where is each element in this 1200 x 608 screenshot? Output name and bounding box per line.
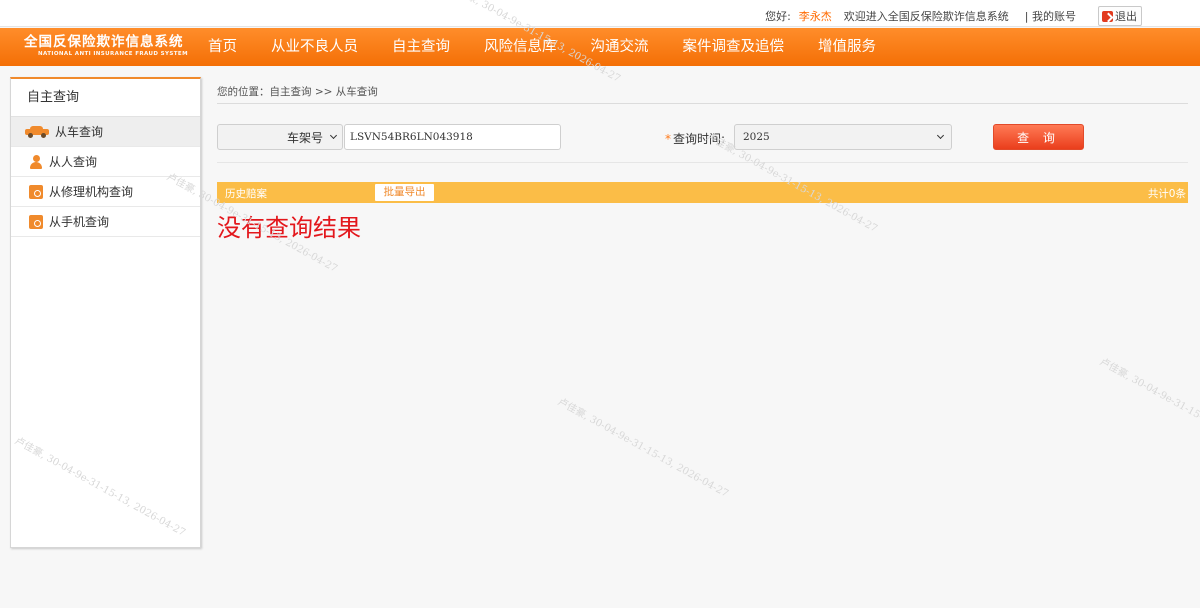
logout-button[interactable]: 退出 [1098, 6, 1142, 26]
sidebar: 自主查询 从车查询 从人查询 从修理机构查询 从手机查询 [10, 77, 201, 548]
result-total-count: 共计0条 [1147, 188, 1186, 200]
sidebar-item-vehicle-query[interactable]: 从车查询 [11, 117, 200, 147]
top-status-bar: 您好: 李永杰 欢迎进入全国反保险欺诈信息系统 | 我的账号 退出 [0, 0, 1200, 27]
repair-org-icon [29, 184, 43, 199]
brand-title: 全国反保险欺诈信息系统 [24, 34, 184, 50]
brand-logo[interactable]: 全国反保险欺诈信息系统 NATIONAL ANTI INSURANCE FRAU… [0, 28, 196, 66]
watermark: 卢佳豪, 30-04-9e-31-15-13, 2026-04-27 [555, 396, 731, 500]
phone-icon [29, 214, 43, 229]
nav-item-case-investigation[interactable]: 案件调查及追偿 [666, 28, 802, 66]
query-year-value: 2025 [743, 131, 770, 143]
watermark: 卢佳豪, 30-04-9e-31-15-13, 2026-04-27 [1097, 356, 1200, 459]
my-account-link[interactable]: | 我的账号 [1025, 8, 1076, 24]
username-link[interactable]: 李永杰 [799, 8, 832, 24]
nav-item-value-added[interactable]: 增值服务 [801, 28, 893, 66]
nav-item-bad-practitioners[interactable]: 从业不良人员 [254, 28, 375, 66]
nav-item-risk-db[interactable]: 风险信息库 [467, 28, 574, 66]
logout-icon [1102, 10, 1113, 22]
query-type-select[interactable]: 车架号 [217, 124, 343, 150]
logout-label: 退出 [1115, 10, 1137, 23]
sidebar-item-label: 从人查询 [49, 155, 98, 169]
query-form: 车架号 *查询时间: 2025 查 询 [217, 124, 1188, 163]
required-star-icon: * [665, 132, 671, 146]
empty-result-message: 没有查询结果 [217, 214, 361, 242]
batch-export-button[interactable]: 批量导出 [375, 184, 434, 201]
nav-menu: 首页 从业不良人员 自主查询 风险信息库 沟通交流 案件调查及追偿 增值服务 [196, 28, 893, 66]
sidebar-item-label: 从车查询 [55, 125, 104, 139]
nav-item-communication[interactable]: 沟通交流 [574, 28, 666, 66]
chevron-down-icon [936, 131, 945, 140]
sidebar-item-repair-org-query[interactable]: 从修理机构查询 [11, 177, 200, 207]
query-time-text: 查询时间: [673, 132, 726, 146]
nav-item-self-query[interactable]: 自主查询 [375, 28, 467, 66]
nav-item-home[interactable]: 首页 [196, 28, 254, 66]
breadcrumb: 您的位置：自主查询 >> 从车查询 [217, 84, 1188, 104]
sidebar-title: 自主查询 [11, 79, 200, 117]
vin-input[interactable] [344, 124, 561, 150]
tab-history-claims[interactable]: 历史赔案 [225, 186, 267, 201]
query-year-select[interactable]: 2025 [734, 124, 952, 150]
chevron-down-icon [329, 131, 338, 140]
result-header-bar: 历史赔案 批量导出 共计0条 [217, 182, 1188, 203]
car-icon [25, 126, 49, 138]
brand-subtitle: NATIONAL ANTI INSURANCE FRAUD SYSTEM [38, 51, 188, 57]
greeting-label: 您好: [765, 10, 791, 23]
person-icon [29, 154, 43, 169]
query-time-label: * 查询时间: [665, 130, 725, 147]
query-type-value: 车架号 [286, 130, 323, 145]
search-button[interactable]: 查 询 [993, 124, 1084, 150]
welcome-text: 欢迎进入全国反保险欺诈信息系统 [843, 10, 1009, 23]
sidebar-item-label: 从手机查询 [49, 215, 110, 229]
sidebar-item-person-query[interactable]: 从人查询 [11, 147, 200, 177]
main-navbar: 全国反保险欺诈信息系统 NATIONAL ANTI INSURANCE FRAU… [0, 28, 1200, 66]
sidebar-item-label: 从修理机构查询 [49, 185, 134, 199]
sidebar-item-phone-query[interactable]: 从手机查询 [11, 207, 200, 237]
